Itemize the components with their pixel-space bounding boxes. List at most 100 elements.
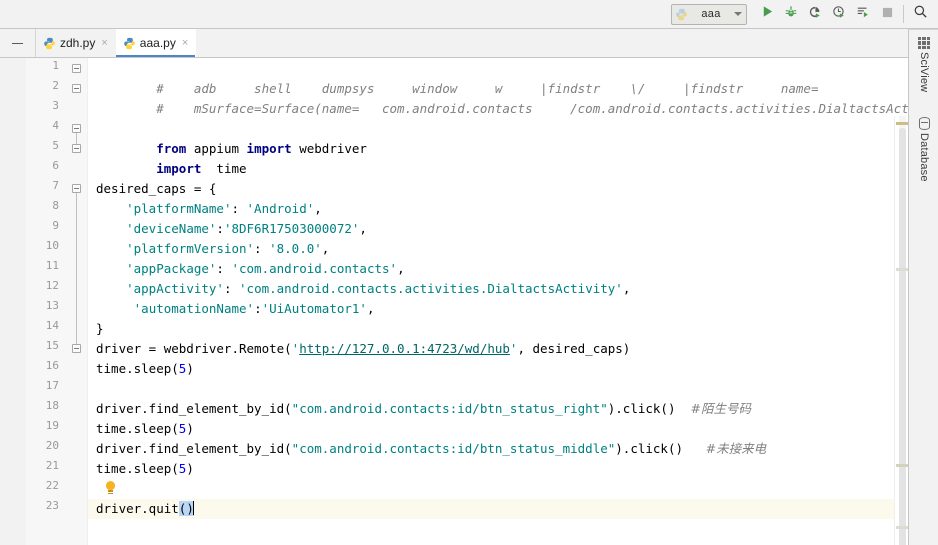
line-number: 6 — [52, 159, 59, 172]
text-caret — [192, 501, 194, 515]
code-canvas[interactable]: # adb shell dumpsys window w |findstr \/… — [88, 58, 938, 545]
run-button[interactable] — [755, 2, 779, 26]
line-number: 19 — [45, 419, 59, 432]
close-icon[interactable]: × — [182, 37, 188, 49]
fold-handle-line-5[interactable] — [72, 144, 81, 153]
console-run-icon — [856, 5, 870, 24]
sidebar-sciview[interactable]: SciView — [909, 37, 938, 92]
sidebar-item-label: Database — [918, 133, 930, 182]
search-icon — [913, 4, 928, 24]
editor-area: 1 2 3 4 5 6 7 8 9 10 11 12 13 14 15 16 1… — [0, 58, 938, 545]
line-number: 7 — [52, 179, 59, 192]
code-line-21: time.sleep(5) — [96, 461, 194, 476]
run-coverage-button[interactable] — [803, 2, 827, 26]
tab-label: aaa.py — [139, 36, 176, 50]
sidebar-database[interactable]: Database — [909, 117, 938, 182]
line-number: 17 — [45, 379, 59, 392]
tab-aaa-py[interactable]: aaa.py × — [115, 29, 197, 57]
marker-line-12[interactable] — [896, 268, 908, 271]
main-toolbar: aaa — [0, 0, 938, 29]
code-line-11: 'appPackage': 'com.android.contacts', — [126, 261, 405, 276]
code-line-14: } — [96, 321, 104, 336]
toolbar-divider — [903, 5, 904, 23]
code-line-1: # adb shell dumpsys window w |findstr \/… — [96, 59, 818, 96]
code-line-7: desired_caps = { — [96, 181, 217, 196]
line-number: 4 — [52, 119, 59, 132]
fold-handle-line-14[interactable] — [72, 344, 81, 353]
run-config-name: aaa — [701, 8, 721, 20]
line-number: 16 — [45, 359, 59, 372]
line-number: 23 — [45, 499, 59, 512]
grid-icon — [918, 37, 930, 49]
python-config-icon — [675, 8, 688, 21]
stop-icon — [882, 5, 893, 23]
error-stripe-marker-bar[interactable] — [894, 116, 908, 545]
debug-button[interactable] — [779, 2, 803, 26]
line-number: 21 — [45, 459, 59, 472]
left-gutter-strip — [0, 58, 26, 545]
line-number: 13 — [45, 299, 59, 312]
code-line-9: 'deviceName':'8DF6R17503000072', — [126, 221, 367, 236]
tab-label: zdh.py — [60, 36, 96, 50]
play-icon — [761, 5, 774, 23]
chevron-down-icon[interactable] — [734, 12, 742, 16]
line-number: 11 — [45, 259, 59, 272]
chinese-comment: #陌生号码 — [690, 401, 752, 416]
fold-handle-line-1[interactable] — [72, 64, 81, 73]
sidebar-item-label: SciView — [918, 52, 930, 93]
bulb-base — [108, 490, 113, 492]
close-icon[interactable]: × — [101, 37, 107, 49]
minus-icon — [12, 42, 23, 44]
profile-button[interactable] — [827, 2, 851, 26]
chinese-comment: #未接来电 — [705, 441, 767, 456]
run-console-button[interactable] — [851, 2, 875, 26]
right-tool-sidebar: SciView Database — [908, 29, 938, 545]
fold-handle-line-2[interactable] — [72, 84, 81, 93]
python-file-icon — [123, 37, 136, 50]
bulb-base-2 — [108, 492, 113, 494]
fold-handle-line-4[interactable] — [72, 124, 81, 133]
fold-handle-line-7[interactable] — [72, 184, 81, 193]
editor-tab-bar: zdh.py × aaa.py × — [0, 29, 938, 58]
code-line-4: from appium import webdriver — [156, 141, 367, 156]
scrollbar-thumb[interactable] — [899, 128, 906, 545]
fold-connector — [76, 133, 77, 144]
code-line-18: driver.find_element_by_id("com.android.c… — [96, 401, 752, 416]
line-number: 15 — [45, 339, 59, 352]
coverage-icon — [808, 5, 822, 24]
line-number: 1 — [52, 59, 59, 72]
code-line-13: 'automationName':'UiAutomator1', — [133, 301, 375, 316]
url-literal[interactable]: http://127.0.0.1:4723/wd/hub — [299, 341, 510, 356]
code-line-5: import time — [156, 161, 247, 176]
line-number: 18 — [45, 399, 59, 412]
marker-warning-top[interactable] — [896, 122, 908, 125]
stop-button[interactable] — [875, 2, 899, 26]
bulb-glass — [106, 481, 115, 490]
lightbulb-icon[interactable] — [104, 481, 117, 496]
pycharm-window: aaa zdh.py × aaa.py × 1 2 3 4 5 6 7 8 9 … — [0, 0, 938, 545]
run-configuration-selector[interactable]: aaa — [671, 3, 747, 25]
line-number: 9 — [52, 219, 59, 232]
line-number: 5 — [52, 139, 59, 152]
code-line-8: 'platformName': 'Android', — [126, 201, 322, 216]
code-line-15: driver = webdriver.Remote('http://127.0.… — [96, 341, 631, 356]
marker-line-22[interactable] — [896, 526, 908, 529]
profiler-icon — [832, 5, 846, 24]
code-line-19: time.sleep(5) — [96, 421, 194, 436]
line-number-gutter: 1 2 3 4 5 6 7 8 9 10 11 12 13 14 15 16 1… — [26, 58, 88, 545]
line-number: 14 — [45, 319, 59, 332]
line-number: 3 — [52, 99, 59, 112]
search-everywhere-button[interactable] — [908, 2, 932, 26]
line-number: 8 — [52, 199, 59, 212]
bug-icon — [784, 5, 798, 24]
tab-zdh-py[interactable]: zdh.py × — [36, 29, 116, 57]
marker-line-18[interactable] — [896, 464, 908, 467]
line-number: 10 — [45, 239, 59, 252]
hide-toolwindow-button[interactable] — [0, 29, 36, 57]
code-line-10: 'platformVersion': '8.0.0', — [126, 241, 330, 256]
fold-region-line — [76, 193, 77, 344]
line-number: 22 — [45, 479, 59, 492]
line-number: 20 — [45, 439, 59, 452]
line-text: # mSurface=Surface(name= com.android.con… — [156, 101, 938, 116]
